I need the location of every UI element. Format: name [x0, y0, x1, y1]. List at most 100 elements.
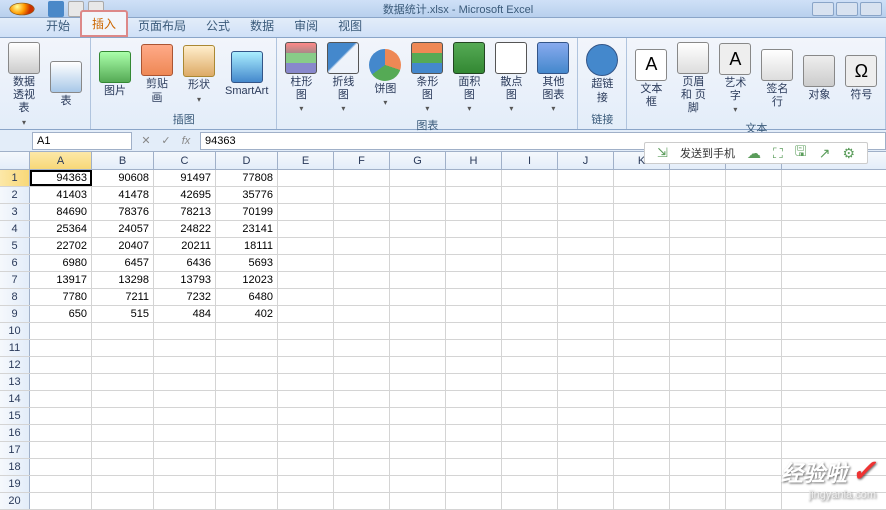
cell[interactable] [446, 408, 502, 424]
cell[interactable] [558, 442, 614, 458]
cell[interactable]: 23141 [216, 221, 278, 237]
cell[interactable] [726, 459, 782, 475]
cell[interactable] [30, 323, 92, 339]
save-cloud-icon[interactable]: 🖫 [795, 141, 807, 165]
cell[interactable] [390, 408, 446, 424]
cell[interactable] [726, 272, 782, 288]
cell[interactable] [446, 306, 502, 322]
cell[interactable]: 6980 [30, 255, 92, 271]
cell[interactable] [726, 323, 782, 339]
cell[interactable] [502, 408, 558, 424]
cell[interactable] [670, 323, 726, 339]
cell[interactable] [614, 442, 670, 458]
cell[interactable] [502, 255, 558, 271]
cloud-icon[interactable]: ☁ [747, 145, 761, 162]
column-header[interactable]: I [502, 152, 558, 169]
cell[interactable] [334, 255, 390, 271]
cell[interactable] [502, 459, 558, 475]
cell[interactable]: 6436 [154, 255, 216, 271]
cell[interactable] [558, 408, 614, 424]
cell[interactable]: 18111 [216, 238, 278, 254]
cell[interactable] [92, 374, 154, 390]
column-header[interactable]: C [154, 152, 216, 169]
row-header[interactable]: 18 [0, 459, 30, 475]
area-chart-button[interactable]: 面积图▾ [451, 40, 487, 115]
row-header[interactable]: 4 [0, 221, 30, 237]
cell[interactable] [390, 459, 446, 475]
cell[interactable] [614, 459, 670, 475]
cell[interactable] [502, 289, 558, 305]
row-header[interactable]: 12 [0, 357, 30, 373]
send-phone-icon[interactable]: ⇲ [657, 145, 668, 161]
cell[interactable] [558, 340, 614, 356]
cell[interactable]: 78213 [154, 204, 216, 220]
cell[interactable] [92, 408, 154, 424]
cell[interactable] [154, 459, 216, 475]
tab-layout[interactable]: 页面布局 [128, 14, 196, 37]
cell[interactable] [502, 221, 558, 237]
cell[interactable] [502, 272, 558, 288]
cell[interactable]: 90608 [92, 170, 154, 186]
cell[interactable] [278, 493, 334, 509]
cell[interactable] [446, 204, 502, 220]
office-button[interactable] [9, 2, 34, 15]
cell[interactable] [92, 357, 154, 373]
cell[interactable] [278, 255, 334, 271]
cell[interactable] [726, 493, 782, 509]
cell[interactable]: 20211 [154, 238, 216, 254]
row-header[interactable]: 11 [0, 340, 30, 356]
tab-review[interactable]: 审阅 [284, 14, 328, 37]
cell[interactable] [558, 374, 614, 390]
cell[interactable] [390, 357, 446, 373]
cell[interactable] [390, 289, 446, 305]
cell[interactable] [614, 493, 670, 509]
share-icon[interactable]: ↗ [819, 145, 831, 162]
cell[interactable] [154, 391, 216, 407]
cell[interactable] [670, 391, 726, 407]
cell[interactable] [390, 221, 446, 237]
cell[interactable] [502, 391, 558, 407]
cell[interactable] [670, 255, 726, 271]
cell[interactable] [558, 476, 614, 492]
other-chart-button[interactable]: 其他图表▾ [535, 40, 571, 115]
cell[interactable] [614, 238, 670, 254]
cell[interactable]: 13793 [154, 272, 216, 288]
cell[interactable] [558, 170, 614, 186]
cell[interactable] [334, 459, 390, 475]
cell[interactable]: 91497 [154, 170, 216, 186]
cell[interactable] [502, 476, 558, 492]
cell[interactable] [558, 323, 614, 339]
cell[interactable] [502, 357, 558, 373]
cell[interactable] [92, 476, 154, 492]
cell[interactable] [334, 221, 390, 237]
cell[interactable] [502, 323, 558, 339]
cell[interactable] [558, 459, 614, 475]
cell[interactable] [726, 357, 782, 373]
cell[interactable] [726, 255, 782, 271]
cell[interactable] [30, 374, 92, 390]
cell[interactable] [446, 442, 502, 458]
cell[interactable] [670, 340, 726, 356]
cell[interactable] [502, 425, 558, 441]
cell[interactable] [614, 374, 670, 390]
cell[interactable] [334, 425, 390, 441]
cell[interactable] [334, 204, 390, 220]
cell[interactable] [670, 459, 726, 475]
cell[interactable] [614, 187, 670, 203]
cell[interactable] [614, 323, 670, 339]
row-header[interactable]: 6 [0, 255, 30, 271]
cell[interactable] [278, 323, 334, 339]
cell[interactable] [502, 187, 558, 203]
row-header[interactable]: 20 [0, 493, 30, 509]
cell[interactable] [670, 238, 726, 254]
scatter-chart-button[interactable]: 散点图▾ [493, 40, 529, 115]
pie-chart-button[interactable]: 饼图▾ [367, 47, 403, 109]
close-button[interactable] [860, 2, 882, 16]
row-header[interactable]: 9 [0, 306, 30, 322]
row-header[interactable]: 1 [0, 170, 30, 186]
pivot-table-button[interactable]: 数据 透视表▾ [6, 40, 42, 129]
cancel-icon[interactable]: ✕ [138, 133, 154, 149]
cell[interactable] [670, 170, 726, 186]
line-chart-button[interactable]: 折线图▾ [325, 40, 361, 115]
column-header[interactable]: H [446, 152, 502, 169]
